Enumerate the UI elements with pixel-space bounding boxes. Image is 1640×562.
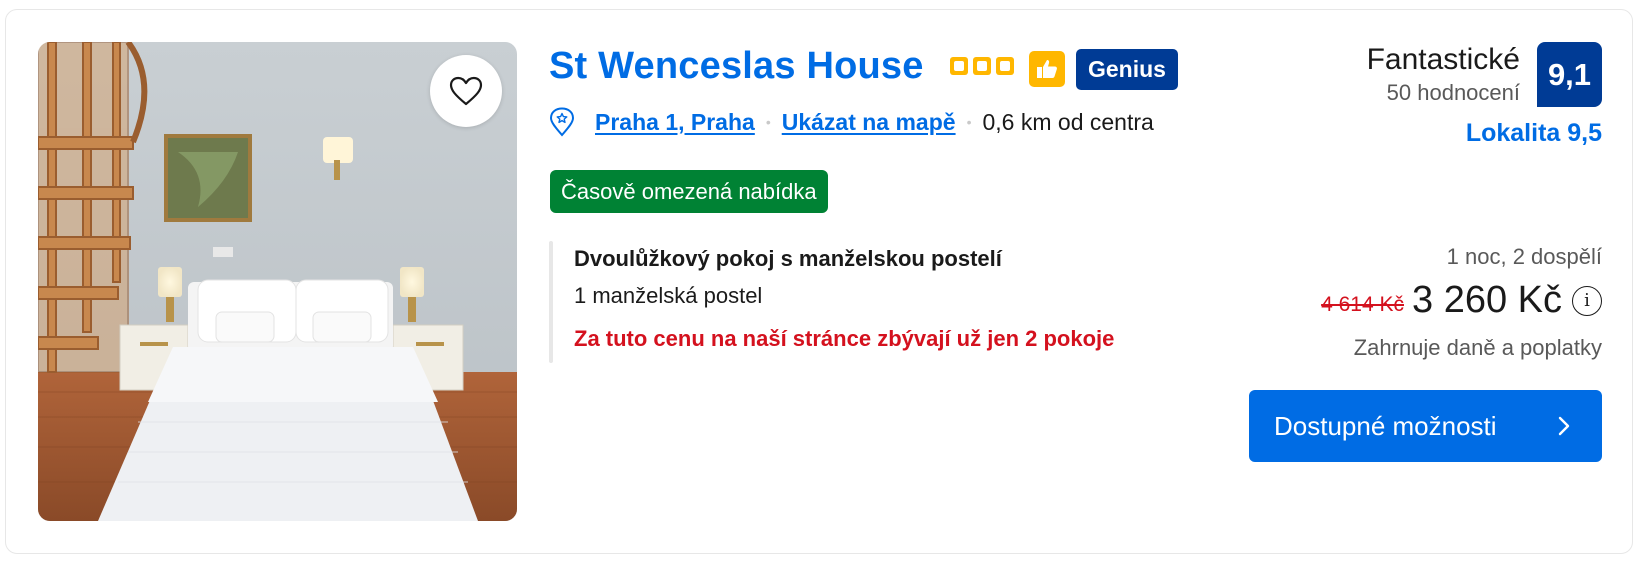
separator-dot: • bbox=[966, 114, 972, 130]
see-availability-label: Dostupné možnosti bbox=[1274, 410, 1497, 441]
location-score: Lokalita 9,5 bbox=[1465, 119, 1602, 147]
taxes-note: Zahrnuje daně a poplatky bbox=[1353, 335, 1602, 360]
price-row: 4 614 Kč 3 260 Kč i bbox=[1321, 279, 1602, 322]
review-count[interactable]: 50 hodnocení bbox=[1387, 80, 1520, 106]
original-price: 4 614 Kč bbox=[1321, 292, 1404, 316]
bed-info: 1 manželská postel bbox=[574, 283, 763, 308]
star-rating bbox=[950, 57, 1014, 75]
stay-details: 1 noc, 2 dospělí bbox=[1446, 244, 1602, 269]
thumbs-up-glyph bbox=[1037, 60, 1057, 78]
see-availability-button[interactable]: Dostupné možnosti bbox=[1249, 390, 1602, 462]
review-score[interactable]: 9,1 bbox=[1537, 42, 1602, 107]
separator-dot: • bbox=[765, 114, 771, 130]
location-row: Praha 1, Praha • Ukázat na mapě • 0,6 km… bbox=[549, 107, 1154, 137]
info-icon[interactable]: i bbox=[1572, 285, 1602, 316]
show-on-map-link[interactable]: Ukázat na mapě bbox=[782, 109, 956, 136]
heart-icon bbox=[449, 76, 483, 106]
room-name: Dvoulůžkový pokoj s manželskou postelí bbox=[574, 246, 1002, 271]
limited-offer-badge: Časově omezená nabídka bbox=[550, 170, 828, 213]
scarcity-message: Za tuto cenu na naší stránce zbývají už … bbox=[574, 326, 1115, 351]
current-price: 3 260 Kč bbox=[1412, 279, 1562, 321]
rating-word[interactable]: Fantastické bbox=[1367, 43, 1520, 77]
star-icon bbox=[996, 57, 1014, 75]
distance-text: 0,6 km od centra bbox=[982, 108, 1154, 135]
property-title-link[interactable]: St Wenceslas House bbox=[549, 45, 924, 88]
chevron-right-icon bbox=[1558, 416, 1570, 436]
location-link[interactable]: Praha 1, Praha bbox=[595, 109, 755, 136]
star-icon bbox=[973, 57, 991, 75]
map-pin-icon bbox=[549, 107, 575, 137]
thumbs-up-icon[interactable] bbox=[1029, 51, 1065, 87]
star-icon bbox=[950, 57, 968, 75]
favorite-button[interactable] bbox=[430, 55, 502, 127]
genius-badge[interactable]: Genius bbox=[1076, 49, 1178, 90]
room-divider bbox=[549, 241, 553, 363]
